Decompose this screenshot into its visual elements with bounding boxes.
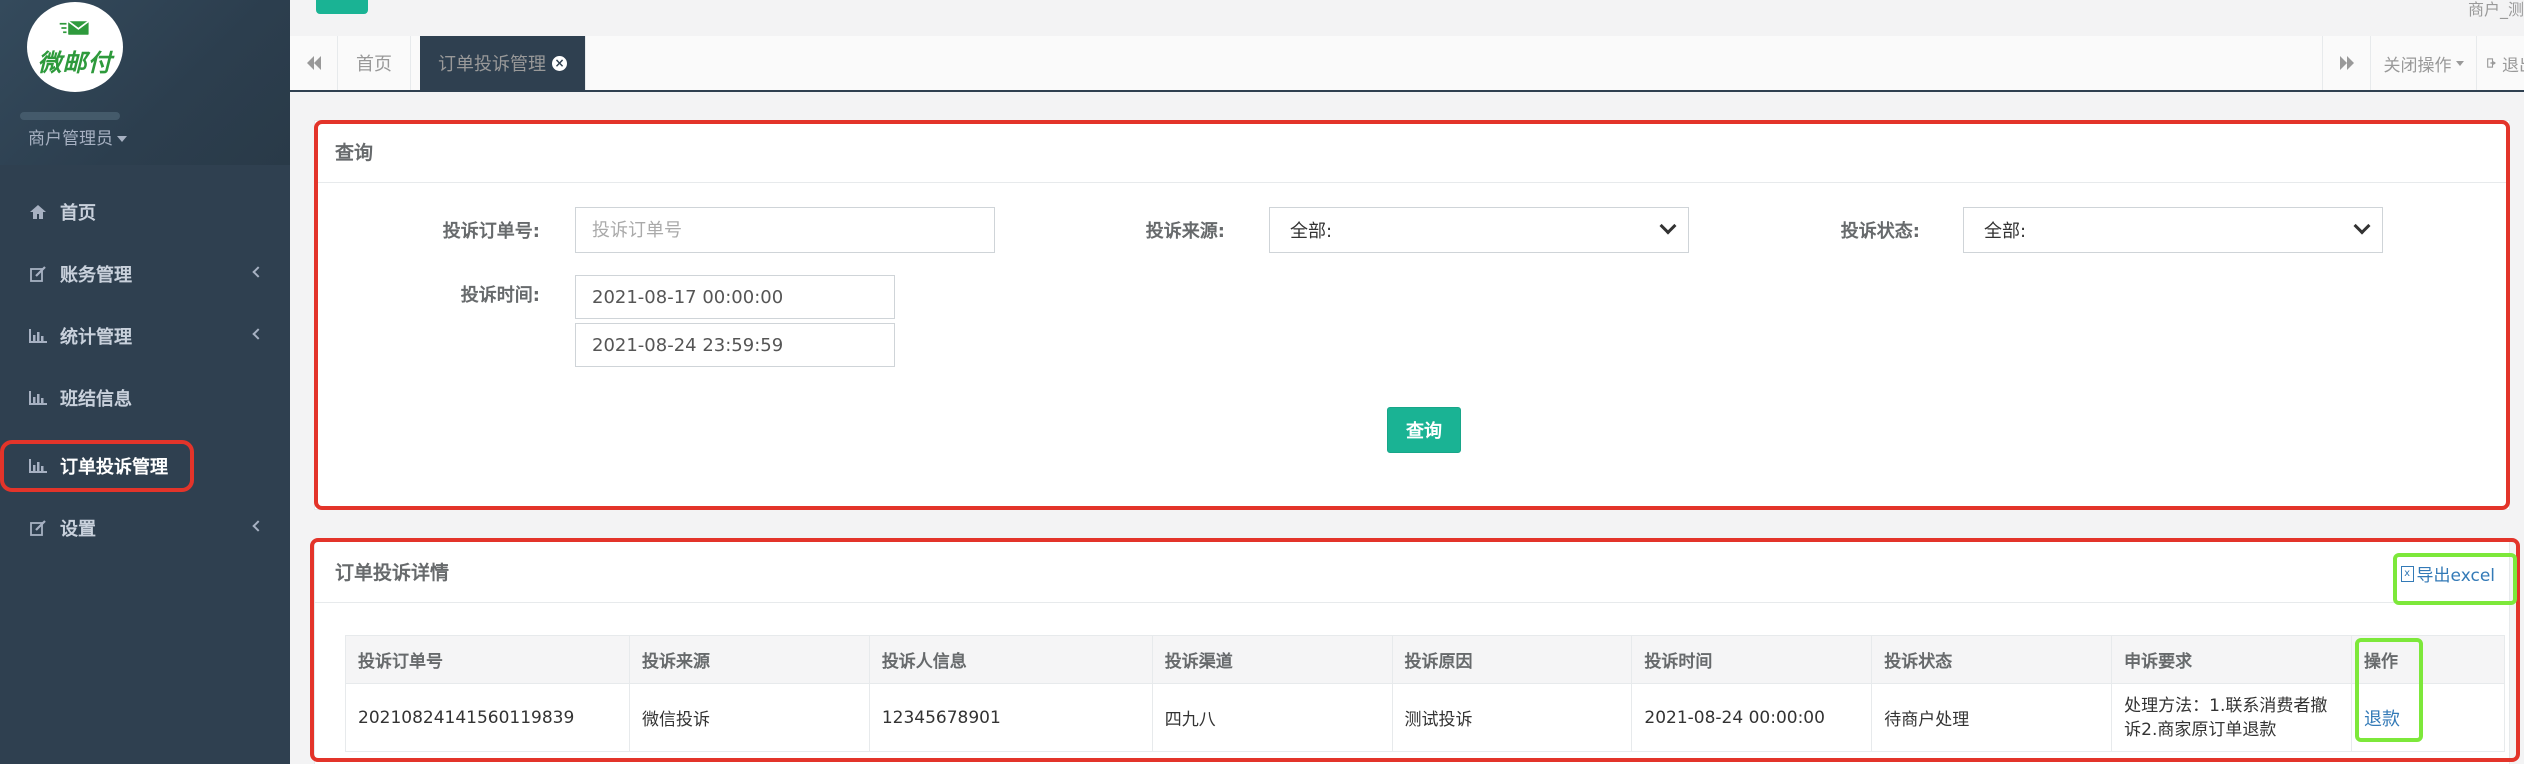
sidebar-item-settings[interactable]: 设置 [0,506,290,550]
column-header: 投诉渠道 [1151,635,1393,684]
order-no-input[interactable] [575,207,995,253]
tabs-scroll-left-button[interactable] [290,36,338,90]
logo-text: 微邮付 [37,48,113,77]
sidebar-item-accounting[interactable]: 账务管理 [0,252,290,296]
tab-home[interactable]: 首页 [338,36,411,90]
column-header: 投诉时间 [1631,635,1873,684]
user-corner-text: 商户_测 [2467,0,2524,19]
sidebar-item-statistics[interactable]: 统计管理 [0,314,290,358]
top-bar: 商户_测 [290,0,2524,36]
close-icon[interactable]: × [552,55,567,71]
sidebar: 微邮付 商户管理员 首页 账务管理 统计管理 班结信息 订单投诉管理 设置 [0,0,290,764]
complaint-details-panel: 订单投诉详情 x 导出excel 投诉订单号 投诉来源 投诉人信息 投诉渠道 投… [314,540,2510,764]
cell-time: 2021-08-24 00:00:00 [1631,683,1873,752]
cell-status: 待商户处理 [1871,683,2113,752]
source-select-value: 全部: [1290,221,1333,242]
cell-channel: 四九八 [1151,683,1393,752]
details-panel-title: 订单投诉详情 [315,541,2509,603]
status-label: 投诉状态: [1840,221,1920,242]
home-icon [28,205,48,219]
tab-label: 订单投诉管理 [438,54,546,75]
user-name-blurred [20,112,120,120]
column-header: 投诉状态 [1871,635,2113,684]
order-no-label: 投诉订单号: [442,221,540,242]
sidebar-item-label: 首页 [60,203,96,224]
role-dropdown[interactable]: 商户管理员 [28,124,127,149]
complaints-table: 投诉订单号 投诉来源 投诉人信息 投诉渠道 投诉原因 投诉时间 投诉状态 申诉要… [345,635,2506,752]
query-button[interactable]: 查询 [1387,407,1461,453]
bar-chart-icon [28,459,48,473]
time-start-input[interactable]: 2021-08-17 00:00:00 [575,275,895,319]
sidebar-toggle-button[interactable] [316,0,368,14]
chevron-left-icon [252,328,264,340]
excel-file-icon: x [2400,565,2414,582]
bar-chart-icon [28,391,48,405]
time-end-value: 2021-08-24 23:59:59 [592,334,784,356]
table-row: 20210824141560119839 微信投诉 12345678901 四九… [345,683,2506,752]
double-left-icon [306,56,321,70]
column-header: 申诉要求 [2111,635,2352,684]
export-excel-button[interactable]: x 导出excel [2400,561,2495,586]
double-right-icon [2339,56,2354,70]
edit-icon [28,266,48,282]
details-title: 订单投诉详情 [335,562,450,584]
sidebar-item-label: 订单投诉管理 [60,457,168,478]
logout-button[interactable]: 退出 [2476,36,2524,90]
table-header-row: 投诉订单号 投诉来源 投诉人信息 投诉渠道 投诉原因 投诉时间 投诉状态 申诉要… [345,635,2506,684]
tab-order-complaints[interactable]: 订单投诉管理 × [420,36,586,90]
source-label: 投诉来源: [1145,221,1225,242]
sidebar-item-label: 班结信息 [60,389,132,410]
sidebar-item-label: 设置 [60,519,96,540]
edit-icon [28,520,48,536]
cell-complainant: 12345678901 [868,683,1153,752]
cell-source: 微信投诉 [628,683,870,752]
envelope-icon [59,20,90,35]
sidebar-profile: 微邮付 商户管理员 [0,0,290,165]
cell-reason: 测试投诉 [1391,683,1633,752]
cell-order-no: 20210824141560119839 [345,683,630,752]
role-label: 商户管理员 [28,129,113,149]
caret-down-icon [2455,60,2464,66]
caret-down-icon [117,136,127,142]
status-select-value: 全部: [1984,221,2027,242]
chevron-left-icon [252,520,264,532]
tab-label: 首页 [356,54,392,75]
query-panel-title: 查询 [315,121,2509,183]
sidebar-item-home[interactable]: 首页 [0,190,290,234]
column-header: 投诉订单号 [345,635,630,684]
column-header-actions: 操作 [2350,635,2506,684]
cell-action: 退款 [2350,683,2506,752]
sidebar-item-shift-info[interactable]: 班结信息 [0,376,290,420]
close-ops-label: 关闭操作 [2383,55,2452,76]
column-header: 投诉人信息 [868,635,1153,684]
chevron-down-icon [1659,217,1677,235]
sidebar-item-label: 统计管理 [60,327,132,348]
logout-label: 退出 [2502,55,2524,76]
brand-logo: 微邮付 [27,2,123,92]
tabs-bar: 首页 订单投诉管理 × 关闭操作 退出 [290,36,2524,92]
refund-link[interactable]: 退款 [2364,709,2400,730]
source-select[interactable]: 全部: [1269,207,1689,253]
time-start-value: 2021-08-17 00:00:00 [592,286,784,308]
sign-out-icon [2487,58,2496,68]
time-end-input[interactable]: 2021-08-24 23:59:59 [575,323,895,367]
column-header: 投诉原因 [1391,635,1633,684]
sidebar-item-label: 账务管理 [60,265,132,286]
time-label: 投诉时间: [460,285,540,306]
column-header: 投诉来源 [628,635,870,684]
cell-request: 处理方法：1.联系消费者撤诉2.商家原订单退款 [2111,683,2352,752]
sidebar-item-order-complaints[interactable]: 订单投诉管理 [0,440,194,492]
bar-chart-icon [28,329,48,343]
query-panel: 查询 投诉订单号: 投诉来源: 全部: 投诉状态: 全部: 投诉时间: 2021… [314,120,2510,510]
export-label: 导出excel [2416,566,2495,586]
chevron-left-icon [252,266,264,278]
tabs-scroll-right-button[interactable] [2322,36,2370,90]
close-operations-dropdown[interactable]: 关闭操作 [2370,36,2476,90]
status-select[interactable]: 全部: [1963,207,2383,253]
chevron-down-icon [2353,217,2371,235]
